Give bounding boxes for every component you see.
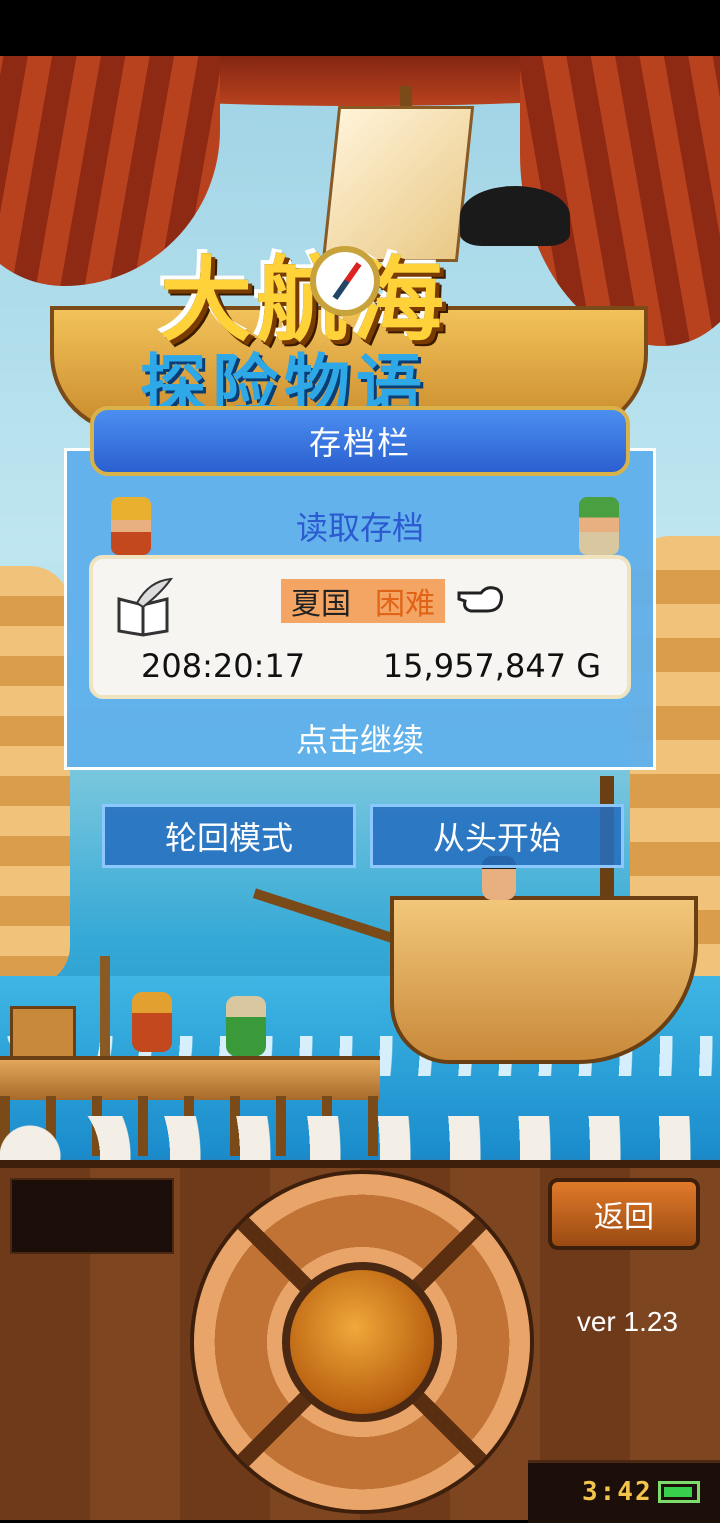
back-button[interactable]: 返回 bbox=[548, 1178, 700, 1250]
captain-character bbox=[132, 992, 172, 1052]
difficulty-label: 困难 bbox=[375, 587, 435, 622]
save-dialog: 读取存档 夏国 困难 208:20:17 15,957,847 G 点击继续 bbox=[64, 448, 656, 770]
control-panel: 返回 ver 1.23 3:42 bbox=[0, 1160, 720, 1523]
save-slot-card[interactable]: 夏国 困难 208:20:17 15,957,847 G bbox=[89, 555, 631, 699]
pirate-hat-icon bbox=[460, 186, 570, 246]
play-time: 208:20:17 bbox=[141, 647, 306, 685]
gold-amount: 15,957,847 G bbox=[382, 647, 601, 685]
nation-difficulty-tag: 夏国 困难 bbox=[281, 579, 445, 623]
clock: 3:42 bbox=[582, 1477, 653, 1507]
ship-wheel-dial[interactable] bbox=[194, 1174, 530, 1510]
dialog-title: 存档栏 bbox=[90, 406, 630, 476]
pointing-hand-icon bbox=[457, 586, 503, 613]
nation-name: 夏国 bbox=[291, 587, 351, 622]
dial-center-button[interactable] bbox=[282, 1262, 442, 1422]
pier bbox=[0, 1056, 380, 1100]
battery-icon bbox=[658, 1481, 700, 1503]
status-box: 3:42 bbox=[528, 1460, 720, 1523]
new-game-button[interactable]: 从头开始 bbox=[370, 804, 624, 868]
top-black-bar bbox=[0, 0, 720, 56]
dock-post bbox=[100, 956, 110, 1056]
compass-icon bbox=[310, 246, 380, 316]
tap-to-continue[interactable]: 点击继续 bbox=[67, 715, 653, 761]
load-save-label: 读取存档 bbox=[295, 509, 424, 547]
sailor-character bbox=[226, 996, 266, 1056]
book-quill-icon bbox=[117, 577, 173, 637]
info-screen bbox=[10, 1178, 174, 1254]
cargo-crate bbox=[10, 1006, 76, 1062]
version-label: ver 1.23 bbox=[576, 1306, 678, 1337]
cycle-mode-button[interactable]: 轮回模式 bbox=[102, 804, 356, 868]
cloud-border bbox=[0, 1116, 720, 1160]
rock-left bbox=[0, 566, 70, 986]
